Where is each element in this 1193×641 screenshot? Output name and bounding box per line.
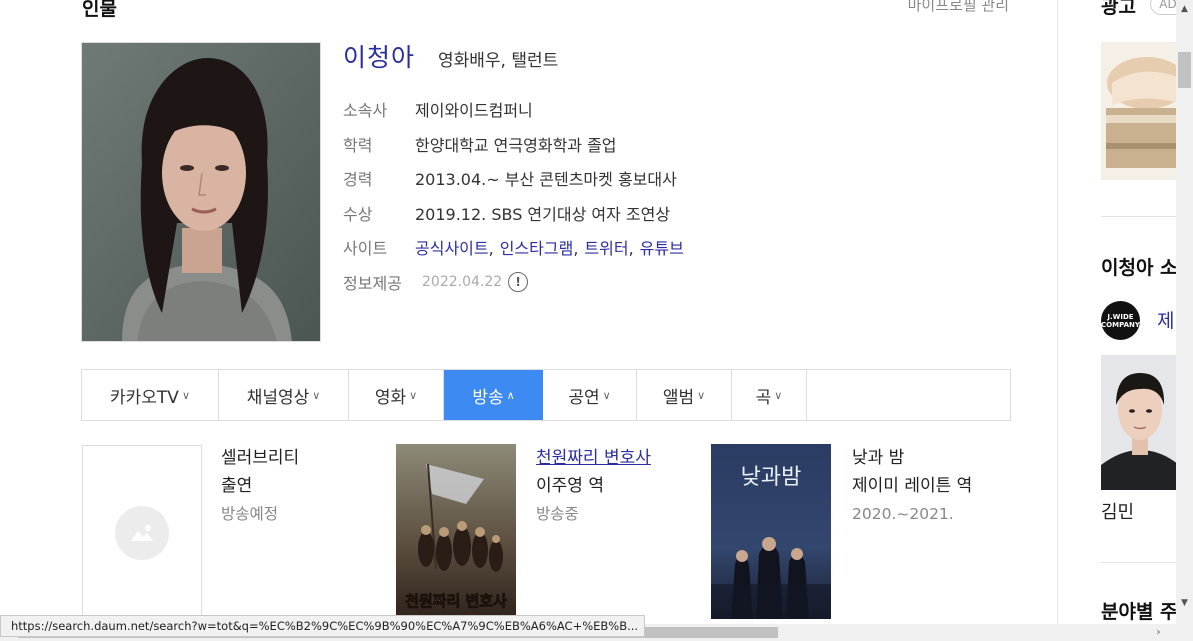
tab-label: 카카오TV <box>110 387 179 408</box>
scroll-up-arrow-icon[interactable]: ▲ <box>1176 0 1193 17</box>
scroll-down-arrow-icon[interactable]: ▼ <box>1176 594 1193 611</box>
chevron-down-icon: ∨ <box>774 388 783 402</box>
work-status: 2020.~2021. <box>852 505 954 523</box>
related-person-name[interactable]: 김민 <box>1101 498 1134 524</box>
site-link-youtube[interactable]: 유튜브 <box>640 239 684 258</box>
status-bar-url: https://search.daum.net/search?w=tot&q=%… <box>0 615 646 637</box>
work-info: 셀러브리티 출연 방송예정 <box>221 444 299 528</box>
section-title: 인물 <box>82 0 117 20</box>
info-row-provider: 정보제공 2022.04.22 ! <box>343 265 684 300</box>
exclamation-circle-icon[interactable]: ! <box>508 271 529 292</box>
person-name[interactable]: 이청아 <box>343 38 415 74</box>
profile-photo[interactable] <box>81 42 321 342</box>
agency-name[interactable]: 제 <box>1157 306 1174 333</box>
person-job: 영화배우, 탤런트 <box>438 51 559 71</box>
work-status: 방송중 <box>536 505 579 523</box>
chevron-down-icon: ∨ <box>312 388 321 402</box>
poster-title: 낮과밤 <box>741 465 802 490</box>
vertical-scrollbar[interactable]: ▲ ▼ <box>1176 0 1193 641</box>
info-row-agency: 소속사 제이와이드컴퍼니 <box>343 92 684 127</box>
work-tabs: 카카오TV ∨ 채널영상 ∨ 영화 ∨ 방송 ∧ 공연 ∨ 앨범 ∨ 곡 ∨ <box>81 369 1011 421</box>
info-label: 사이트 <box>343 239 388 259</box>
work-title[interactable]: 낮과 밤 <box>852 444 972 472</box>
agency-link[interactable]: 제이와이드컴퍼니 <box>415 97 533 121</box>
site-link-twitter[interactable]: 트위터 <box>584 239 628 258</box>
work-status: 방송예정 <box>221 505 279 523</box>
info-row-award: 수상 2019.12. SBS 연기대상 여자 조연상 <box>343 196 684 231</box>
tab-broadcast[interactable]: 방송 ∧ <box>444 370 543 420</box>
education-link[interactable]: 한양대학교 연극영화학과 졸업 <box>415 132 617 156</box>
chevron-down-icon: ∨ <box>602 388 611 402</box>
ad-title: 광고 <box>1101 0 1136 18</box>
work-info: 낮과 밤 제이미 레이튼 역 2020.~2021. <box>852 444 972 528</box>
tab-label: 앨범 <box>662 387 695 408</box>
work-thumb-placeholder[interactable] <box>82 445 202 620</box>
chevron-down-icon: ∨ <box>697 388 706 402</box>
tab-movie[interactable]: 영화 ∨ <box>349 370 444 420</box>
work-poster[interactable]: 낮과밤 <box>711 444 831 619</box>
info-label: 수상 <box>343 204 373 224</box>
tab-label: 방송 <box>472 387 504 408</box>
tab-album[interactable]: 앨범 ∨ <box>637 370 732 420</box>
provider-date: 2022.04.22 <box>422 273 503 290</box>
work-title[interactable]: 천원짜리 변호사 <box>536 444 651 472</box>
provider-label: 정보제공 <box>343 273 402 293</box>
info-label: 학력 <box>343 135 373 155</box>
agency-logo[interactable]: J.WIDE COMPANY <box>1101 301 1140 340</box>
person-info: 소속사 제이와이드컴퍼니 학력 한양대학교 연극영화학과 졸업 경력 2013.… <box>343 92 684 299</box>
work-title[interactable]: 셀러브리티 <box>221 444 299 472</box>
tab-kakaotv[interactable]: 카카오TV ∨ <box>82 370 219 420</box>
ad-image[interactable] <box>1101 42 1179 180</box>
chevron-down-icon: ∨ <box>409 388 418 402</box>
tab-song[interactable]: 곡 ∨ <box>732 370 807 420</box>
sidebar-divider <box>1101 216 1177 217</box>
work-role: 제이미 레이튼 역 <box>852 476 973 496</box>
work-poster[interactable]: 천원짜리 변호사 <box>396 444 516 619</box>
vertical-scroll-thumb[interactable] <box>1178 52 1191 88</box>
tab-channel-video[interactable]: 채널영상 ∨ <box>219 370 349 420</box>
info-row-career: 경력 2013.04.~ 부산 콘텐츠마켓 홍보대사 <box>343 161 684 196</box>
category-section-title: 분야별 주 <box>1101 601 1178 623</box>
site-link-instagram[interactable]: 인스타그램 <box>500 239 574 258</box>
award-value: 2019.12. SBS 연기대상 여자 조연상 <box>415 204 671 224</box>
work-info: 천원짜리 변호사 이주영 역 방송중 <box>536 444 651 528</box>
info-row-site: 사이트 공식사이트, 인스타그램, 트위터, 유튜브 <box>343 230 684 265</box>
chevron-up-icon: ∧ <box>506 388 515 402</box>
related-section-title: 이청아 소 <box>1101 257 1178 279</box>
info-label: 소속사 <box>343 101 388 121</box>
site-link-official[interactable]: 공식사이트 <box>415 239 489 258</box>
sidebar-divider <box>1101 562 1177 563</box>
tab-performance[interactable]: 공연 ∨ <box>543 370 637 420</box>
tab-label: 영화 <box>374 387 407 408</box>
info-label: 경력 <box>343 170 373 190</box>
work-role: 이주영 역 <box>536 476 604 496</box>
scroll-right-arrow-icon[interactable]: › <box>1150 624 1167 641</box>
tab-label: 곡 <box>755 387 772 408</box>
career-value: 2013.04.~ 부산 콘텐츠마켓 홍보대사 <box>415 170 677 190</box>
chevron-down-icon: ∨ <box>181 388 190 402</box>
column-divider <box>1057 0 1058 641</box>
related-person-photo[interactable] <box>1101 355 1179 490</box>
image-placeholder-icon <box>115 505 169 560</box>
poster-title: 천원짜리 변호사 <box>405 592 507 610</box>
info-row-education: 학력 한양대학교 연극영화학과 졸업 <box>343 127 684 162</box>
tab-label: 공연 <box>568 387 600 408</box>
work-role: 출연 <box>221 476 253 496</box>
profile-manage-link[interactable]: 마이프로필 관리 <box>908 0 1009 15</box>
tab-label: 채널영상 <box>246 387 310 408</box>
